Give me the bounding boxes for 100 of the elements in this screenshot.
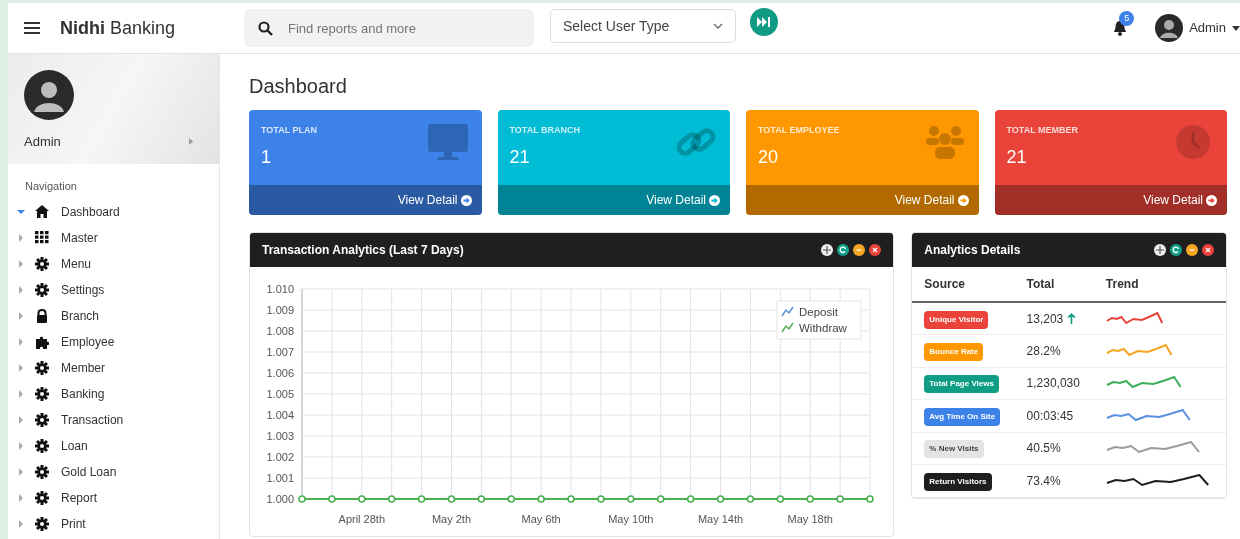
view-detail-link[interactable]: View Detail [1143,191,1217,209]
gear-icon [35,282,49,297]
y-tick-label: 1.002 [266,451,294,463]
nav-item[interactable]: Print [61,514,86,533]
data-point [298,495,306,503]
arrow-right-circle-icon [957,194,969,206]
x-tick-label: May 18th [787,513,833,525]
user-avatar [1155,14,1184,42]
minimize-icon[interactable] [853,244,866,256]
column-header: Total [1014,267,1094,302]
x-tick-label: May 6th [521,513,561,525]
nav-item[interactable]: Employee [61,332,115,351]
y-tick-label: 1.006 [266,367,294,379]
nav-item[interactable]: Settings [61,280,105,299]
nav-item[interactable]: Report [61,488,98,507]
puzzle-icon [35,334,49,349]
monitor-icon [427,124,468,160]
lock-icon [35,308,49,323]
view-detail-link[interactable]: View Detail [397,191,472,209]
total-value: 28.2% [1026,342,1061,360]
caret-right-icon[interactable] [17,389,25,398]
total-value: 73.4% [1026,472,1061,490]
caret-right-icon[interactable] [17,467,25,476]
stat-label: TOTAL MEMBER [1006,124,1079,137]
caret-right-icon[interactable] [17,493,25,502]
source-tag: Unique Visitor [924,310,989,329]
caret-right-icon[interactable] [17,233,25,242]
y-tick-label: 1.010 [266,283,294,295]
caret-right-icon[interactable] [17,337,25,346]
gear-icon [35,360,49,375]
nav-item[interactable]: Branch [61,306,100,325]
fast-forward-button[interactable] [750,8,778,36]
caret-right-icon[interactable] [17,285,25,294]
page-title: Dashboard [249,74,348,98]
fast-forward-icon [757,17,771,27]
caret-right-icon[interactable] [17,259,25,268]
user-name[interactable]: Admin [1189,18,1226,38]
search-icon [258,21,273,36]
nav-item[interactable]: Gold Loan [61,462,117,481]
caret-right-icon[interactable] [17,311,25,320]
stat-label: TOTAL BRANCH [509,124,581,137]
gear-icon [35,386,49,401]
close-icon[interactable] [869,244,882,256]
x-tick-label: May 14th [697,513,744,525]
column-header: Source [912,267,1015,302]
refresh-icon[interactable] [837,244,850,256]
nav-item[interactable]: Member [61,358,105,377]
caret-right-icon[interactable] [17,519,25,528]
nav-heading: Navigation [24,179,78,194]
expand-icon[interactable] [821,244,834,256]
brand-name: Nidhi Banking [60,16,177,40]
data-point [776,495,785,503]
user-type-select[interactable]: Select User Type [550,9,736,43]
caret-right-icon[interactable] [17,441,25,450]
nav-item[interactable]: Transaction [61,410,124,429]
stat-label: TOTAL EMPLOYEE [758,124,841,137]
grid-icon [35,230,49,245]
data-point [746,495,755,503]
caret-right-icon[interactable] [17,363,25,372]
y-tick-label: 1.001 [266,472,294,484]
panel-title: Transaction Analytics (Last 7 Days) [262,242,464,259]
refresh-icon[interactable] [1170,244,1182,256]
stat-value: 1 [261,145,272,169]
total-value: 1,230,030 [1026,375,1080,393]
clock-icon [1173,124,1213,160]
caret-right-icon[interactable] [189,138,193,146]
total-value: 13,203 [1026,310,1064,328]
caret-down-icon[interactable] [1232,25,1240,31]
gear-icon [35,516,49,531]
menu-icon[interactable] [24,21,40,35]
arrow-right-circle-icon [460,194,472,206]
x-tick-label: May 10th [608,513,654,525]
data-point [597,495,605,503]
data-point [537,495,545,503]
expand-icon[interactable] [1154,244,1166,256]
search-field[interactable]: Find reports and more [244,9,534,47]
data-point [567,495,575,503]
stat-label: TOTAL PLAN [261,124,318,137]
profile-name[interactable]: Admin [24,132,61,152]
view-detail-link[interactable]: View Detail [894,191,969,209]
minimize-icon[interactable] [1186,244,1198,256]
stat-value: 21 [1006,145,1028,169]
source-tag: Avg Time On Site [924,407,1001,426]
arrow-right-circle-icon [709,194,720,206]
nav-item[interactable]: Dashboard [61,202,120,221]
gear-icon [35,438,49,453]
caret-right-icon[interactable] [17,415,25,424]
nav-item[interactable]: Menu [61,254,92,273]
nav-item[interactable]: Loan [61,436,88,455]
arrow-right-circle-icon [1206,194,1217,206]
nav-item[interactable]: Master [61,228,98,247]
gear-icon [35,256,49,271]
data-point [387,495,396,503]
stat-value: 20 [758,145,780,169]
close-icon[interactable] [1202,244,1214,256]
data-point [806,495,814,503]
nav-item[interactable]: Banking [61,384,105,403]
view-detail-link[interactable]: View Detail [646,191,720,209]
gear-icon [35,412,49,427]
column-header: Trend [1093,267,1226,302]
